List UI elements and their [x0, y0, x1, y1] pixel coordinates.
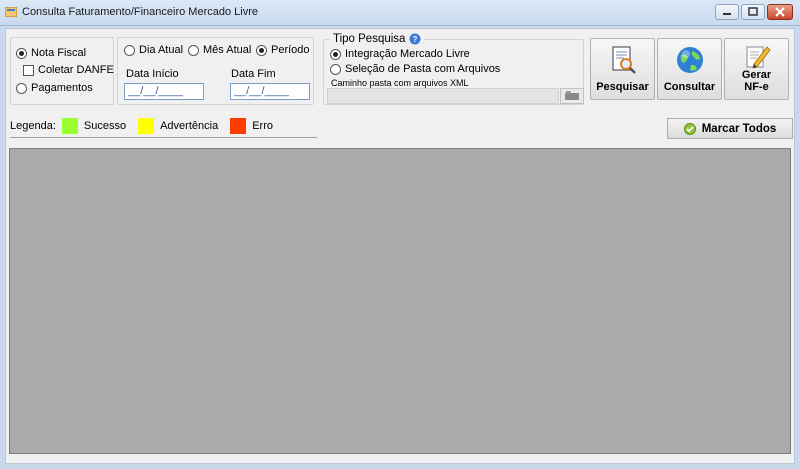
pesquisar-button[interactable]: Pesquisar [590, 38, 655, 100]
legend-erro: Erro [252, 120, 273, 132]
app-icon [5, 7, 17, 17]
window-title: Consulta Faturamento/Financeiro Mercado … [22, 6, 259, 18]
marcar-todos-button[interactable]: Marcar Todos [667, 118, 793, 139]
radio-periodo[interactable]: Período [256, 44, 310, 56]
legend-sucesso: Sucesso [83, 120, 127, 132]
search-document-icon [611, 46, 636, 74]
radio-unselected-icon [330, 63, 341, 75]
results-grid[interactable] [9, 148, 791, 454]
gerar-nfe-button[interactable]: Gerar NF-e [724, 38, 789, 100]
radio-label: Integração Mercado Livre [345, 48, 470, 60]
consultar-button[interactable]: Consultar [657, 38, 722, 100]
svg-text:?: ? [413, 35, 418, 44]
data-fim-input[interactable]: __/__/____ [230, 83, 310, 100]
minimize-icon [723, 13, 731, 15]
radio-mes-atual[interactable]: Mês Atual [188, 44, 251, 56]
gerar-nfe-label: Gerar NF-e [741, 69, 772, 93]
data-inicio-label: Data Início [126, 68, 179, 80]
radio-label: Mês Atual [203, 44, 252, 56]
radio-unselected-icon [124, 44, 135, 56]
data-inicio-input[interactable]: __/__/____ [124, 83, 204, 100]
globe-icon [676, 47, 703, 73]
maximize-icon [748, 7, 758, 16]
radio-pagamentos[interactable]: Pagamentos [16, 82, 93, 94]
radio-dia-atual[interactable]: Dia Atual [124, 44, 183, 56]
radio-selected-icon [330, 48, 341, 60]
check-circle-icon [683, 122, 696, 135]
close-icon [775, 7, 785, 17]
radio-nota-fiscal[interactable]: Nota Fiscal [16, 47, 86, 59]
group-title: Tipo Pesquisa [333, 33, 406, 45]
browse-folder-button[interactable] [560, 88, 584, 104]
checkbox-label: Coletar DANFE [38, 64, 114, 76]
help-icon[interactable]: ? [409, 33, 421, 45]
data-fim-label: Data Fim [231, 68, 276, 80]
radio-selected-icon [16, 47, 27, 59]
radio-selected-icon [256, 44, 267, 56]
maximize-button[interactable] [741, 4, 765, 20]
legend-swatch-erro [230, 118, 247, 134]
consultar-label: Consultar [663, 81, 716, 93]
radio-integracao[interactable]: Integração Mercado Livre [330, 48, 470, 60]
radio-label: Dia Atual [139, 44, 184, 56]
radio-unselected-icon [16, 82, 27, 94]
radio-label: Nota Fiscal [31, 47, 87, 59]
marcar-todos-label: Marcar Todos [701, 122, 777, 135]
pesquisar-label: Pesquisar [596, 81, 649, 93]
legend-divider [10, 137, 317, 138]
radio-label: Período [271, 44, 310, 56]
radio-unselected-icon [188, 44, 199, 56]
edit-document-icon [746, 46, 771, 69]
legend-label: Legenda: [10, 120, 56, 132]
legend-swatch-advertencia [138, 118, 155, 134]
minimize-button[interactable] [715, 4, 739, 20]
caminho-label: Caminho pasta com arquivos XML [331, 78, 469, 88]
close-button[interactable] [767, 4, 793, 20]
radio-label: Seleção de Pasta com Arquivos [345, 63, 501, 75]
search-type-title: Tipo Pesquisa ? [330, 33, 425, 45]
folder-path-input[interactable] [327, 88, 559, 104]
legend: Legenda: Sucesso Advertência Erro [10, 118, 273, 134]
checkbox-coletar-danfe[interactable]: Coletar DANFE [23, 64, 114, 76]
radio-selecao-pasta[interactable]: Seleção de Pasta com Arquivos [330, 63, 500, 75]
folder-browse-icon [565, 91, 579, 100]
radio-label: Pagamentos [31, 82, 93, 94]
title-bar: Consulta Faturamento/Financeiro Mercado … [0, 0, 800, 26]
legend-swatch-sucesso [61, 118, 78, 134]
checkbox-box [23, 64, 34, 76]
legend-advertencia: Advertência [160, 120, 219, 132]
